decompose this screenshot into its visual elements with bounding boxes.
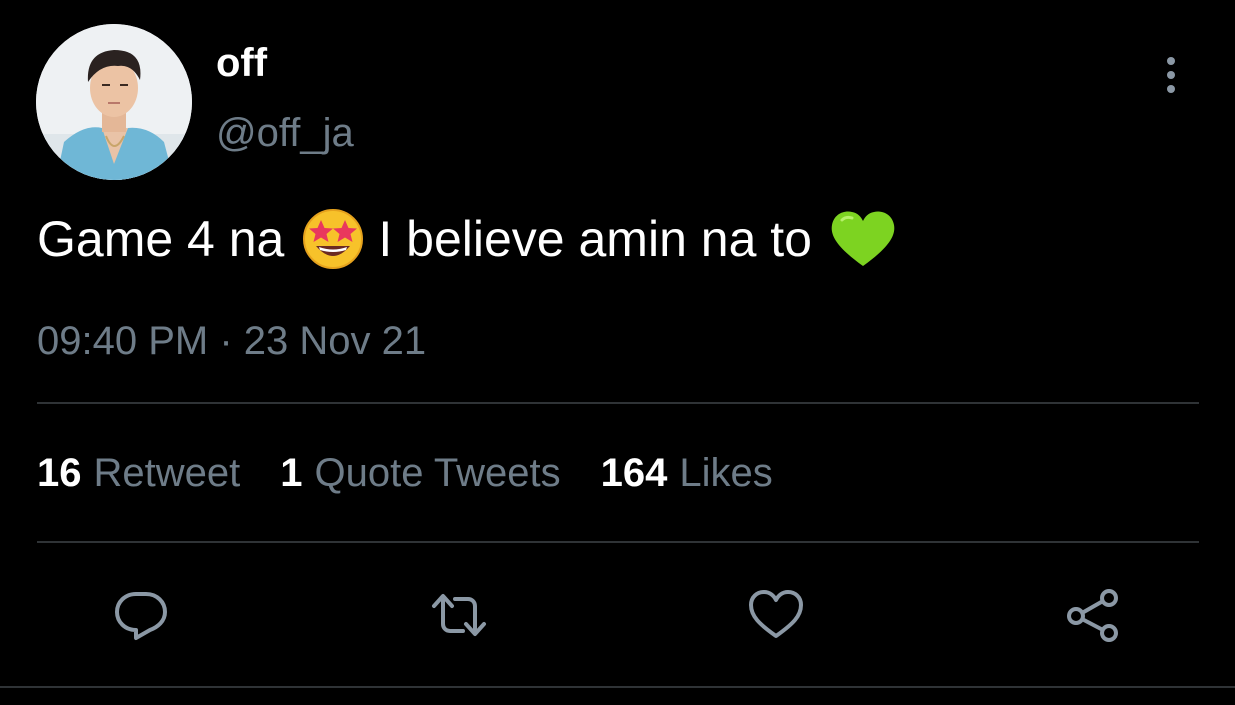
avatar[interactable] (36, 24, 192, 180)
tweet-body: Game 4 na I believe amin na to (37, 208, 898, 270)
display-name[interactable]: off (216, 40, 267, 86)
retweet-icon (432, 594, 486, 636)
more-vertical-icon (1167, 57, 1175, 65)
heart-icon (749, 590, 803, 638)
star-struck-emoji (302, 208, 364, 270)
divider (37, 402, 1199, 404)
likes-label: Likes (679, 451, 773, 495)
likes-count: 164 (600, 451, 668, 495)
tweet-detail: off @off_ja Game 4 na I believe amin na … (0, 0, 1235, 705)
avatar-photo (36, 24, 192, 180)
reply-button[interactable] (112, 586, 170, 644)
tweet-text-part-2: I believe amin na to (378, 211, 812, 267)
retweet-count-link[interactable]: 16 Retweet (37, 450, 240, 496)
more-vertical-icon-dot-3 (1167, 85, 1175, 93)
quote-count: 1 (280, 451, 303, 495)
tweet-text-part-1: Game 4 na (37, 211, 285, 267)
quote-tweets-link[interactable]: 1 Quote Tweets (280, 450, 560, 496)
likes-link[interactable]: 164 Likes (601, 450, 773, 496)
tweet-timestamp[interactable]: 09:40 PM · 23 Nov 21 (37, 318, 426, 364)
like-button[interactable] (747, 586, 805, 644)
engagement-stats: 16 Retweet 1 Quote Tweets 164 Likes (37, 450, 813, 496)
retweet-button[interactable] (430, 586, 488, 644)
share-button[interactable] (1064, 586, 1122, 644)
bottom-divider (0, 686, 1235, 688)
more-vertical-icon-dot-2 (1167, 71, 1175, 79)
user-handle[interactable]: @off_ja (216, 110, 354, 156)
share-icon (1067, 589, 1118, 642)
retweet-label: Retweet (93, 451, 241, 495)
quote-label: Quote Tweets (314, 451, 561, 495)
green-heart-emoji (828, 208, 898, 270)
divider (37, 541, 1199, 543)
reply-icon (115, 592, 167, 640)
retweet-count: 16 (37, 451, 82, 495)
more-options-button[interactable] (1150, 52, 1192, 98)
